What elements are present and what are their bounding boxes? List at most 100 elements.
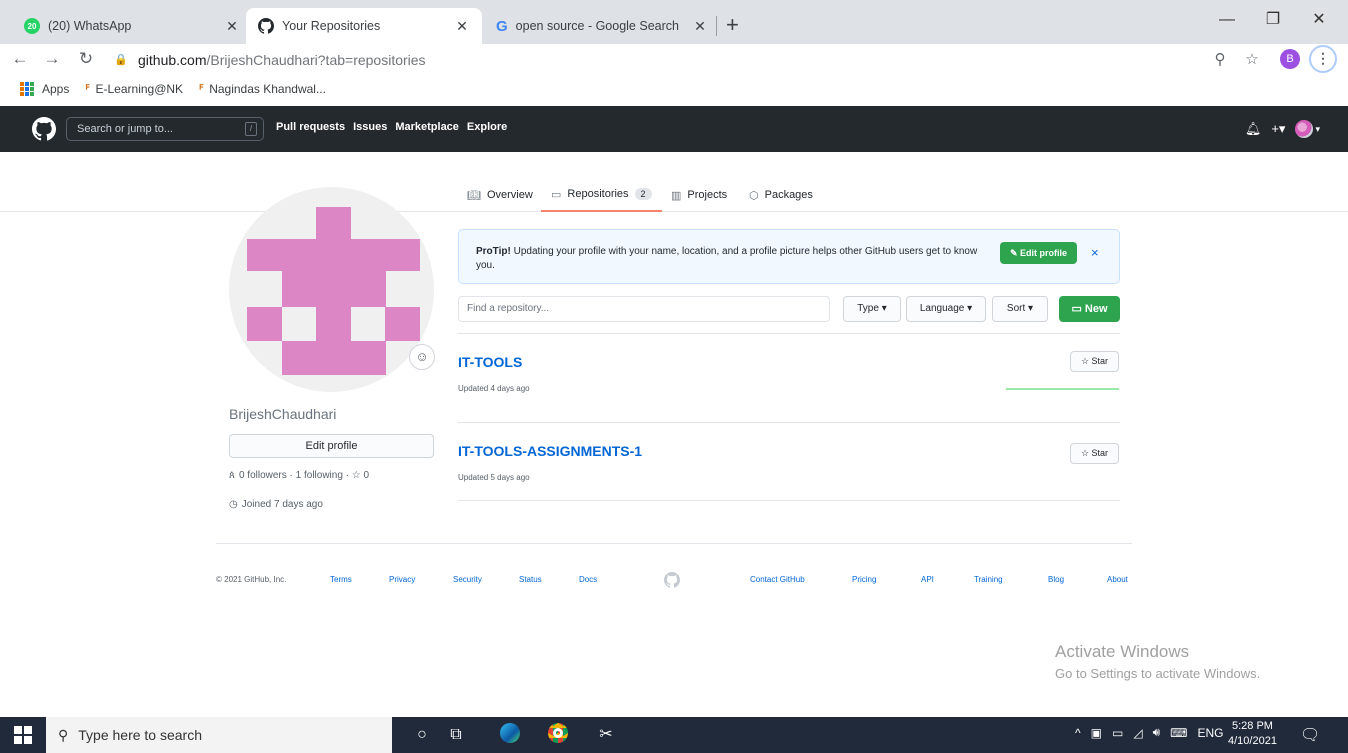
restore-icon[interactable]: ❐ xyxy=(1250,8,1296,32)
bookmark-label: Apps xyxy=(42,81,70,96)
close-window-icon[interactable]: ✕ xyxy=(1296,8,1342,32)
find-repository-input[interactable]: Find a repository... xyxy=(458,296,830,322)
bookmark-label: E-Learning@NK xyxy=(95,81,184,96)
protip-banner: ProTip! Updating your profile with your … xyxy=(458,229,1120,284)
divider xyxy=(458,422,1120,423)
cortana-icon[interactable]: ○ xyxy=(410,723,434,747)
browser-profile-avatar[interactable]: B xyxy=(1280,49,1300,69)
address-bar[interactable]: 🔒 github.com/BrijeshChaudhari?tab=reposi… xyxy=(114,46,1274,73)
nav-explore[interactable]: Explore xyxy=(467,121,507,133)
create-new-icon[interactable]: +▾ xyxy=(1271,121,1285,137)
close-tab-icon[interactable]: ✕ xyxy=(224,18,240,34)
footer-link-contact[interactable]: Contact GitHub xyxy=(750,575,805,584)
show-hidden-icons[interactable]: ^ xyxy=(1075,726,1081,740)
tab-packages[interactable]: ⬡ Packages xyxy=(749,178,813,212)
profile-tabs: 📖︎ Overview ▭ Repositories 2 ▥ Projects … xyxy=(0,178,1348,212)
language-indicator[interactable]: ENG xyxy=(1197,726,1223,740)
footer-link-pricing[interactable]: Pricing xyxy=(852,575,876,584)
edge-icon[interactable] xyxy=(498,723,522,747)
forward-icon[interactable]: → xyxy=(40,47,64,71)
bookmark-label: Nagindas Khandwal... xyxy=(209,81,326,96)
joined-text: Joined 7 days ago xyxy=(241,499,323,510)
tab-google-search[interactable]: G open source - Google Search ✕ xyxy=(484,8,720,44)
tab-projects[interactable]: ▥ Projects xyxy=(671,178,727,212)
github-logo-icon[interactable] xyxy=(32,117,56,141)
close-tab-icon[interactable]: ✕ xyxy=(454,18,470,34)
github-header: Search or jump to... / Pull requests Iss… xyxy=(0,106,1348,152)
star-button[interactable]: ☆ Star xyxy=(1070,351,1119,372)
footer-link-docs[interactable]: Docs xyxy=(579,575,597,584)
chrome-icon[interactable] xyxy=(546,723,570,747)
browser-menu-icon[interactable]: ⋮ xyxy=(1309,45,1337,73)
footer-link-security[interactable]: Security xyxy=(453,575,482,584)
user-menu[interactable]: ▾ xyxy=(1295,120,1320,138)
profile-avatar[interactable] xyxy=(229,187,434,392)
bookmark-star-icon[interactable]: ☆ xyxy=(1240,48,1264,72)
button-label: Star xyxy=(1091,448,1109,458)
zoom-icon[interactable]: ⚲ xyxy=(1208,48,1232,72)
repo-updated: Updated 4 days ago xyxy=(458,384,530,393)
footer-link-privacy[interactable]: Privacy xyxy=(389,575,415,584)
new-tab-icon[interactable]: + xyxy=(726,14,739,36)
bookmark-apps[interactable]: Apps xyxy=(20,81,70,96)
new-repository-button[interactable]: ▭ New xyxy=(1059,296,1120,322)
tab-your-repositories[interactable]: Your Repositories ✕ xyxy=(246,8,482,44)
sort-button[interactable]: Sort ▾ xyxy=(992,296,1048,322)
action-center-icon[interactable]: 🗨︎ xyxy=(1300,725,1320,745)
language-filter-button[interactable]: Language ▾ xyxy=(906,296,986,322)
repo-link[interactable]: IT-TOOLS-ASSIGNMENTS-1 xyxy=(458,443,642,459)
github-footer-logo-icon[interactable] xyxy=(664,572,680,588)
tab-separator xyxy=(716,16,717,36)
footer-link-status[interactable]: Status xyxy=(519,575,542,584)
notification-bell-icon[interactable]: 🔔︎ xyxy=(1245,121,1262,137)
follow-stats[interactable]: ጰ 0 followers · 1 following · ☆ 0 xyxy=(229,470,369,481)
app-tray-icon[interactable]: ▣ xyxy=(1091,726,1102,740)
battery-icon[interactable]: ▭ xyxy=(1112,726,1123,740)
github-nav: Pull requests Issues Marketplace Explore xyxy=(276,121,507,133)
back-icon[interactable]: ← xyxy=(8,47,32,71)
footer-link-terms[interactable]: Terms xyxy=(330,575,352,584)
url-path: /BrijeshChaudhari?tab=repositories xyxy=(206,51,426,68)
footer-link-training[interactable]: Training xyxy=(974,575,1003,584)
type-filter-button[interactable]: Type ▾ xyxy=(843,296,901,322)
book-icon: 📖︎ xyxy=(467,189,481,202)
close-tab-icon[interactable]: ✕ xyxy=(692,18,708,34)
windows-start-icon[interactable] xyxy=(14,726,32,744)
repo-link[interactable]: IT-TOOLS xyxy=(458,354,522,370)
bookmark-nagindas[interactable]: ꟳ Nagindas Khandwal... xyxy=(199,80,326,97)
nav-pull-requests[interactable]: Pull requests xyxy=(276,121,345,133)
reload-icon[interactable]: ↻ xyxy=(74,47,98,71)
divider xyxy=(458,333,1120,334)
taskbar-search-box[interactable]: ⚲ Type here to search xyxy=(46,717,392,753)
keyboard-icon[interactable]: ⌨ xyxy=(1170,726,1187,740)
nav-issues[interactable]: Issues xyxy=(353,121,387,133)
taskbar-clock[interactable]: 5:28 PM 4/10/2021 xyxy=(1228,719,1277,749)
tab-overview[interactable]: 📖︎ Overview xyxy=(467,178,533,212)
edit-profile-button[interactable]: Edit profile xyxy=(229,434,434,458)
repo-updated: Updated 5 days ago xyxy=(458,473,530,482)
star-button[interactable]: ☆ Star xyxy=(1070,443,1119,464)
minimize-icon[interactable]: — xyxy=(1204,8,1250,32)
project-icon: ▥ xyxy=(671,189,682,202)
wifi-icon[interactable]: ◿ xyxy=(1133,726,1142,740)
nav-marketplace[interactable]: Marketplace xyxy=(395,121,459,133)
dismiss-protip-icon[interactable]: × xyxy=(1091,245,1099,260)
footer-link-api[interactable]: API xyxy=(921,575,934,584)
task-view-icon[interactable]: ⧉ xyxy=(444,723,468,747)
volume-icon[interactable]: 🔊︎ xyxy=(1153,725,1161,740)
set-status-smiley-icon[interactable]: ☺ xyxy=(409,344,435,370)
snipping-tool-icon[interactable]: ✂ xyxy=(594,723,618,747)
footer-link-about[interactable]: About xyxy=(1107,575,1128,584)
protip-edit-profile-button[interactable]: ✎ Edit profile xyxy=(1000,242,1077,264)
joined-date: ◷ Joined 7 days ago xyxy=(229,499,323,510)
tab-whatsapp[interactable]: 20 (20) WhatsApp ✕ xyxy=(12,8,252,44)
protip-lead: ProTip! xyxy=(476,246,511,257)
github-search-input[interactable]: Search or jump to... / xyxy=(66,117,264,141)
footer-copyright: © 2021 GitHub, Inc. xyxy=(216,575,287,584)
package-icon: ⬡ xyxy=(749,189,759,202)
tab-repositories[interactable]: ▭ Repositories 2 xyxy=(541,178,662,212)
people-icon: ጰ xyxy=(229,470,235,481)
bookmark-elearning[interactable]: ꟳ E-Learning@NK xyxy=(85,80,183,97)
footer-link-blog[interactable]: Blog xyxy=(1048,575,1064,584)
activate-windows-title: Activate Windows xyxy=(1055,642,1190,661)
